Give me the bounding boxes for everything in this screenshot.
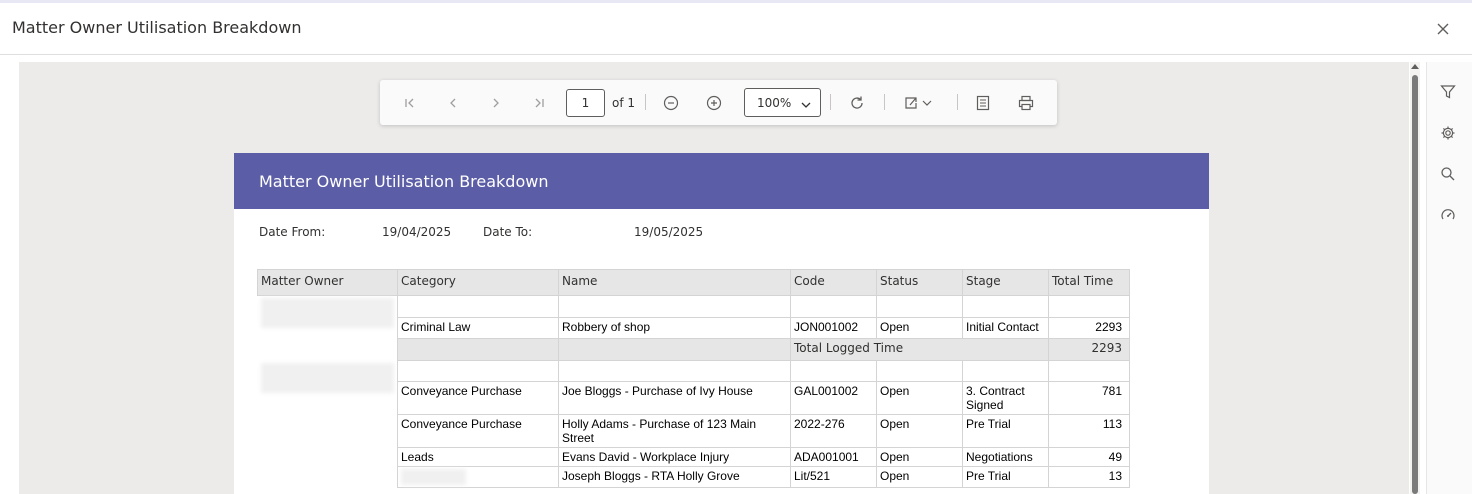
- zoom-in-button[interactable]: [701, 90, 727, 116]
- zoom-out-button[interactable]: [658, 90, 684, 116]
- refresh-button[interactable]: [844, 90, 870, 116]
- column-header: Code: [790, 269, 877, 296]
- redacted-owner: [260, 298, 394, 328]
- redacted-owner: [260, 362, 394, 393]
- next-page-button[interactable]: [483, 90, 509, 116]
- last-page-icon: [535, 98, 544, 108]
- document-icon: [976, 95, 990, 111]
- export-button[interactable]: [901, 90, 937, 116]
- dialog-title: Matter Owner Utilisation Breakdown: [12, 18, 302, 37]
- viewer-toolbar: of 1 100%: [380, 80, 1057, 125]
- chevron-right-icon: [493, 98, 499, 108]
- toolbar-separator: [830, 94, 831, 110]
- previous-page-button[interactable]: [440, 90, 466, 116]
- total-label: Total Logged Time: [790, 338, 1049, 361]
- matter-owner-cell: [257, 295, 398, 361]
- refresh-icon: [851, 96, 863, 109]
- table-row: [257, 295, 1130, 361]
- first-page-icon: [405, 98, 414, 108]
- table-header-row: Matter Owner Category Name Code Status S…: [257, 269, 1130, 296]
- utilisation-table: Matter Owner Category Name Code Status S…: [257, 269, 1130, 488]
- printer-icon: [1018, 95, 1034, 111]
- toolbar-separator: [884, 94, 885, 110]
- search-button[interactable]: [1433, 159, 1463, 189]
- toolbar-separator: [957, 94, 958, 110]
- chevron-left-icon: [450, 98, 456, 108]
- chevron-down-icon: [800, 96, 812, 115]
- first-page-button[interactable]: [397, 90, 423, 116]
- column-header: Category: [397, 269, 559, 296]
- toolbar-separator: [645, 94, 646, 110]
- zoom-value: 100%: [757, 96, 792, 110]
- column-header: Total Time: [1048, 269, 1130, 296]
- date-to-value: 19/05/2025: [634, 225, 704, 239]
- zoom-in-icon: [706, 95, 722, 111]
- close-button[interactable]: [1432, 18, 1454, 40]
- document-map-button[interactable]: [970, 90, 996, 116]
- report-page: Matter Owner Utilisation Breakdown Date …: [234, 153, 1209, 494]
- column-header: Stage: [962, 269, 1049, 296]
- table-row: [257, 360, 1130, 488]
- column-header: Status: [876, 269, 963, 296]
- close-icon: [1437, 23, 1449, 35]
- report-title: Matter Owner Utilisation Breakdown: [259, 172, 549, 191]
- total-value: 2293: [1048, 338, 1130, 361]
- export-icon: [905, 97, 932, 109]
- print-button[interactable]: [1013, 90, 1039, 116]
- search-icon: [1441, 167, 1455, 181]
- report-banner: Matter Owner Utilisation Breakdown: [234, 153, 1209, 209]
- page-count-label: of 1: [612, 96, 636, 110]
- scrollbar-thumb[interactable]: [1412, 75, 1418, 494]
- filter-button[interactable]: [1433, 77, 1463, 107]
- gauge-icon: [1441, 209, 1455, 220]
- performance-button[interactable]: [1433, 200, 1463, 230]
- date-to-label: Date To:: [483, 225, 533, 239]
- scroll-up-icon[interactable]: [1411, 64, 1419, 69]
- gear-icon: [1441, 126, 1455, 140]
- zoom-select[interactable]: 100%: [744, 88, 821, 117]
- page-number-input[interactable]: [566, 89, 605, 117]
- filter-icon: [1440, 85, 1456, 99]
- column-header: Matter Owner: [257, 269, 398, 296]
- zoom-out-icon: [663, 95, 679, 111]
- report-viewer: of 1 100% Matter Owne: [19, 62, 1409, 494]
- matter-owner-cell: [257, 360, 398, 488]
- vertical-scrollbar[interactable]: [1410, 62, 1420, 494]
- redacted-category: [401, 469, 466, 485]
- date-from-value: 19/04/2025: [382, 225, 452, 239]
- settings-button[interactable]: [1433, 118, 1463, 148]
- column-header: Name: [558, 269, 791, 296]
- side-panel: [1426, 62, 1472, 494]
- date-from-label: Date From:: [259, 225, 326, 239]
- dialog-header: Matter Owner Utilisation Breakdown: [0, 3, 1472, 55]
- last-page-button[interactable]: [526, 90, 552, 116]
